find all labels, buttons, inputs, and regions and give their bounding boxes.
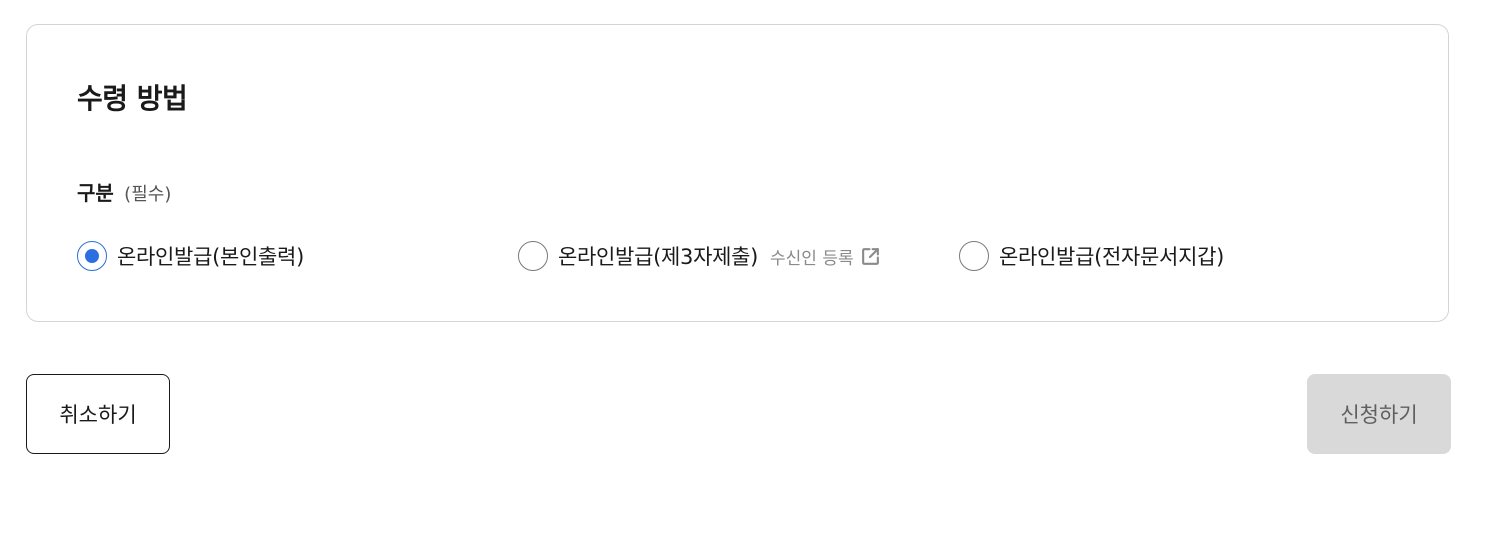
section-title: 수령 방법 [77, 82, 188, 115]
required-indicator: (필수) [124, 184, 172, 205]
radio-button-checked[interactable] [77, 241, 107, 271]
radio-option-third-party[interactable]: 온라인발급(제3자제출) 수신인 등록 [518, 240, 881, 272]
radio-button[interactable] [959, 241, 989, 271]
radio-group: 온라인발급(본인출력) 온라인발급(제3자제출) 수신인 등록 온라인발급(전자… [77, 240, 1437, 272]
field-label: 구분 (필수) [77, 177, 171, 206]
radio-label: 온라인발급(전자문서지갑) [999, 245, 1225, 269]
receipt-method-card: 수령 방법 구분 (필수) 온라인발급(본인출력) 온라인발급(제3자제출) 수… [26, 24, 1449, 322]
cancel-button[interactable]: 취소하기 [26, 374, 170, 454]
radio-dot [85, 249, 99, 263]
recipient-register-label: 수신인 등록 [770, 248, 854, 269]
field-label-text: 구분 [77, 181, 114, 205]
recipient-register-link[interactable]: 수신인 등록 [770, 244, 881, 269]
radio-option-e-wallet[interactable]: 온라인발급(전자문서지갑) [959, 240, 1224, 272]
radio-button[interactable] [518, 241, 548, 271]
radio-option-self-print[interactable]: 온라인발급(본인출력) [77, 240, 304, 272]
radio-label: 온라인발급(제3자제출) [558, 245, 759, 269]
submit-button[interactable]: 신청하기 [1307, 374, 1451, 454]
external-link-icon [861, 247, 879, 265]
radio-label: 온라인발급(본인출력) [117, 245, 304, 269]
